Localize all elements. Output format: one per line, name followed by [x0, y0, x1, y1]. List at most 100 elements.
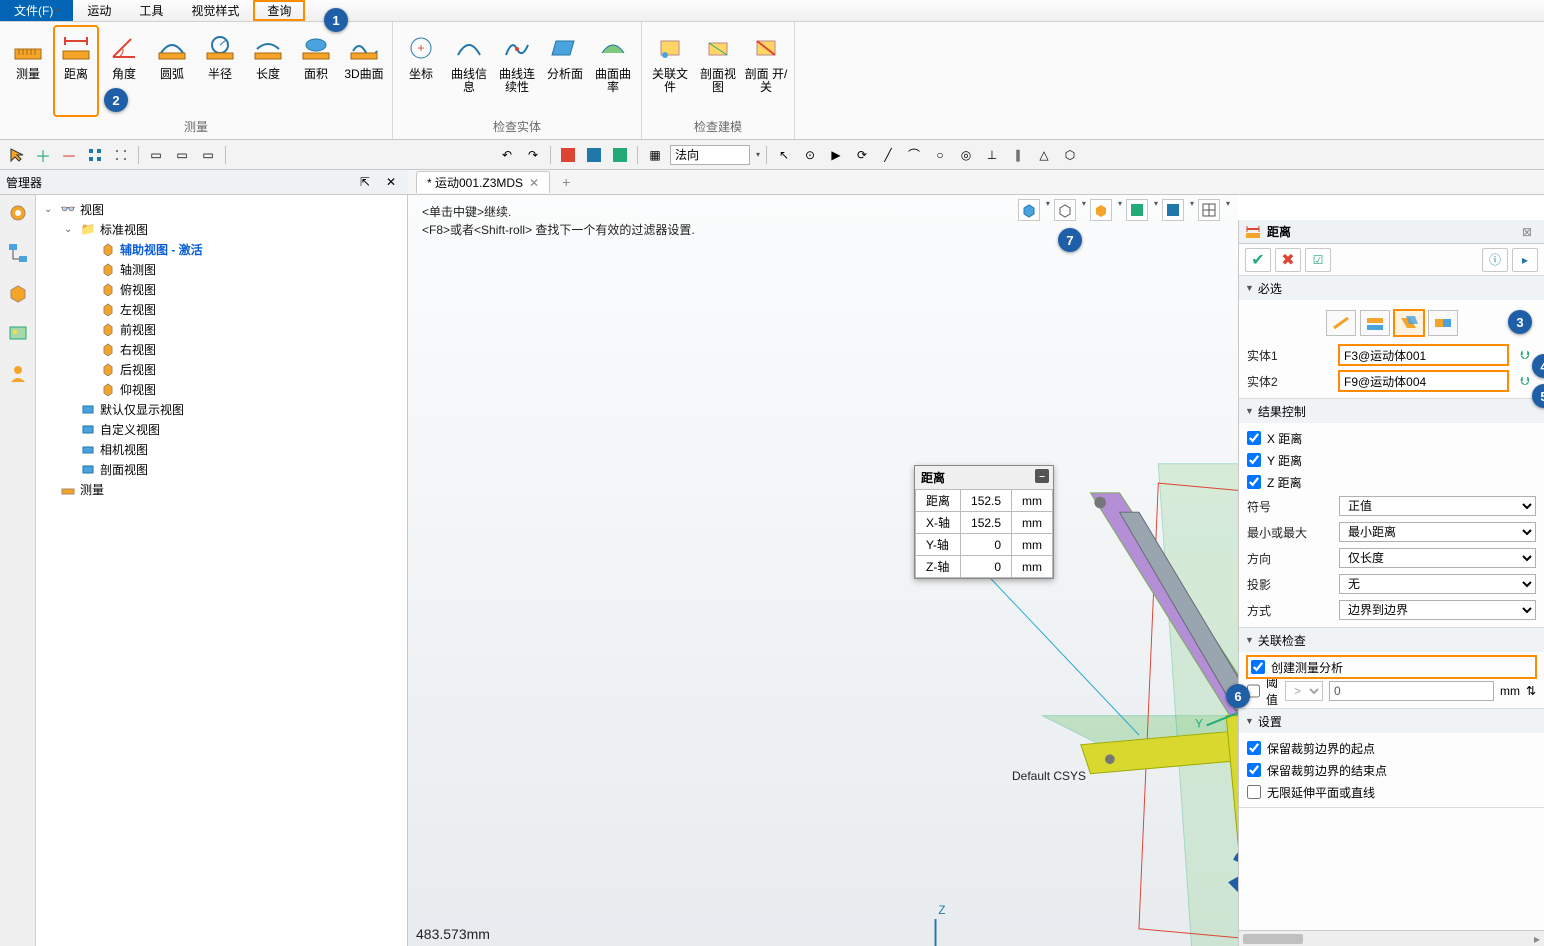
- view-shade-icon[interactable]: [1090, 199, 1112, 221]
- tree-aux-view[interactable]: 辅助视图 - 激活: [36, 239, 407, 259]
- leftbar-box-icon[interactable]: [4, 279, 32, 307]
- checkbox[interactable]: [1247, 475, 1261, 489]
- minmax-select[interactable]: 最小距离: [1339, 522, 1536, 542]
- tool-nav4[interactable]: ⟳: [851, 144, 873, 166]
- tool-nav9[interactable]: ⊥: [981, 144, 1003, 166]
- checkbox[interactable]: [1247, 741, 1261, 755]
- create-measure-checkbox[interactable]: 创建测量分析: [1247, 656, 1536, 678]
- section-header[interactable]: ▼设置: [1239, 709, 1544, 733]
- leftbar-gear-icon[interactable]: [4, 199, 32, 227]
- ribbon-length[interactable]: 长度: [246, 26, 290, 116]
- tool-nav5[interactable]: ╱: [877, 144, 899, 166]
- tree-view-root[interactable]: ⌄👓视图: [36, 199, 407, 219]
- document-tab[interactable]: * 运动001.Z3MDS ✕: [416, 171, 550, 193]
- tree-back[interactable]: 后视图: [36, 359, 407, 379]
- entity1-input[interactable]: [1339, 345, 1508, 365]
- close-icon[interactable]: ✕: [529, 176, 539, 190]
- ydist-checkbox[interactable]: Y 距离: [1247, 449, 1536, 471]
- checkbox[interactable]: [1247, 453, 1261, 467]
- tool-nav6[interactable]: ⌒: [903, 144, 925, 166]
- direction-select[interactable]: 仅长度: [1339, 548, 1536, 568]
- info-button[interactable]: ⓘ: [1482, 248, 1508, 272]
- mode-face-face[interactable]: [1394, 310, 1424, 336]
- leftbar-user-icon[interactable]: [4, 359, 32, 387]
- ribbon-distance[interactable]: 距离: [54, 26, 98, 116]
- minimize-icon[interactable]: –: [1035, 469, 1049, 483]
- menu-file[interactable]: 文件(F)▾: [0, 0, 73, 21]
- xdist-checkbox[interactable]: X 距离: [1247, 427, 1536, 449]
- tool-misc1[interactable]: ▭: [145, 144, 167, 166]
- ribbon-arc[interactable]: 圆弧: [150, 26, 194, 116]
- view-render-icon[interactable]: [1162, 199, 1184, 221]
- checkbox[interactable]: [1251, 660, 1265, 674]
- threshold-checkbox[interactable]: 阈值: [1247, 680, 1279, 702]
- threshold-op-select[interactable]: >: [1285, 681, 1323, 701]
- ribbon-analysis-face[interactable]: 分析面: [543, 26, 587, 116]
- expand-button[interactable]: ▸: [1512, 248, 1538, 272]
- view-grid-icon[interactable]: [1198, 199, 1220, 221]
- menu-motion[interactable]: 运动: [73, 0, 125, 21]
- projection-select[interactable]: 无: [1339, 574, 1536, 594]
- flyout-header[interactable]: 距离 –: [915, 466, 1053, 489]
- ribbon-section-toggle[interactable]: 剖面 开/关: [744, 26, 788, 116]
- manager-pin-icon[interactable]: ⇱: [354, 171, 376, 193]
- ribbon-curvecont[interactable]: 曲线连续性: [495, 26, 539, 116]
- tool-nav2[interactable]: ⊙: [799, 144, 821, 166]
- menu-query[interactable]: 查询: [253, 0, 305, 21]
- tool-color2[interactable]: [583, 144, 605, 166]
- mode-select[interactable]: 边界到边界: [1339, 600, 1536, 620]
- tool-misc3[interactable]: ▭: [197, 144, 219, 166]
- tool-color1[interactable]: [557, 144, 579, 166]
- panel-close-icon[interactable]: ⊠: [1516, 221, 1538, 243]
- tree-top[interactable]: 俯视图: [36, 279, 407, 299]
- panel-scrollbar[interactable]: ▸: [1239, 930, 1544, 946]
- tool-nav10[interactable]: ∥: [1007, 144, 1029, 166]
- tool-grid-icon[interactable]: [84, 144, 106, 166]
- stepper-icon[interactable]: ⇅: [1526, 680, 1536, 702]
- infinite-checkbox[interactable]: 无限延伸平面或直线: [1247, 781, 1536, 803]
- tool-nav11[interactable]: △: [1033, 144, 1055, 166]
- ribbon-radius[interactable]: 半径: [198, 26, 242, 116]
- manager-close-icon[interactable]: ✕: [380, 171, 402, 193]
- view-wire-icon[interactable]: [1054, 199, 1076, 221]
- tree-measure[interactable]: 测量: [36, 479, 407, 499]
- viewport[interactable]: <单击中键>继续. <F8>或者<Shift-roll> 查找下一个有效的过滤器…: [408, 195, 1238, 946]
- tree-front[interactable]: 前视图: [36, 319, 407, 339]
- keep-end-checkbox[interactable]: 保留裁剪边界的结束点: [1247, 759, 1536, 781]
- tree-left[interactable]: 左视图: [36, 299, 407, 319]
- apply-button[interactable]: ☑: [1305, 248, 1331, 272]
- view-cube-icon[interactable]: [1018, 199, 1040, 221]
- ribbon-area[interactable]: 面积: [294, 26, 338, 116]
- leftbar-image-icon[interactable]: [4, 319, 32, 347]
- add-tab-button[interactable]: +: [556, 174, 576, 190]
- tool-undo[interactable]: ↶: [496, 144, 518, 166]
- section-header[interactable]: ▼结果控制: [1239, 399, 1544, 423]
- ribbon-section-view[interactable]: 剖面视图: [696, 26, 740, 116]
- section-header[interactable]: ▼关联检查: [1239, 628, 1544, 652]
- ribbon-face-curvature[interactable]: 曲面曲率: [591, 26, 635, 116]
- tree-axon[interactable]: 轴测图: [36, 259, 407, 279]
- leftbar-tree-icon[interactable]: [4, 239, 32, 267]
- sign-select[interactable]: 正值: [1339, 496, 1536, 516]
- mode-point-point[interactable]: [1326, 310, 1356, 336]
- tree-right[interactable]: 右视图: [36, 339, 407, 359]
- ribbon-curveinfo[interactable]: 曲线信息: [447, 26, 491, 116]
- tool-filter-icon[interactable]: ▦: [644, 144, 666, 166]
- tool-nav3[interactable]: ▶: [825, 144, 847, 166]
- menu-tool[interactable]: 工具: [125, 0, 177, 21]
- ribbon-3dsurface[interactable]: 3D曲面: [342, 26, 386, 116]
- tree-default-show[interactable]: 默认仅显示视图: [36, 399, 407, 419]
- tree-std-view[interactable]: ⌄📁标准视图: [36, 219, 407, 239]
- view-color-icon[interactable]: [1126, 199, 1148, 221]
- tool-nav8[interactable]: ◎: [955, 144, 977, 166]
- cancel-button[interactable]: ✖: [1275, 248, 1301, 272]
- tree-camera[interactable]: 相机视图: [36, 439, 407, 459]
- tool-cursor[interactable]: [6, 144, 28, 166]
- ribbon-linkfile[interactable]: 关联文件: [648, 26, 692, 116]
- zdist-checkbox[interactable]: Z 距离: [1247, 471, 1536, 493]
- filter-input[interactable]: [670, 145, 750, 165]
- scroll-right-icon[interactable]: ▸: [1530, 932, 1544, 946]
- tool-remove[interactable]: －: [58, 144, 80, 166]
- tool-dotted-icon[interactable]: [110, 144, 132, 166]
- scrollbar-thumb[interactable]: [1243, 934, 1303, 944]
